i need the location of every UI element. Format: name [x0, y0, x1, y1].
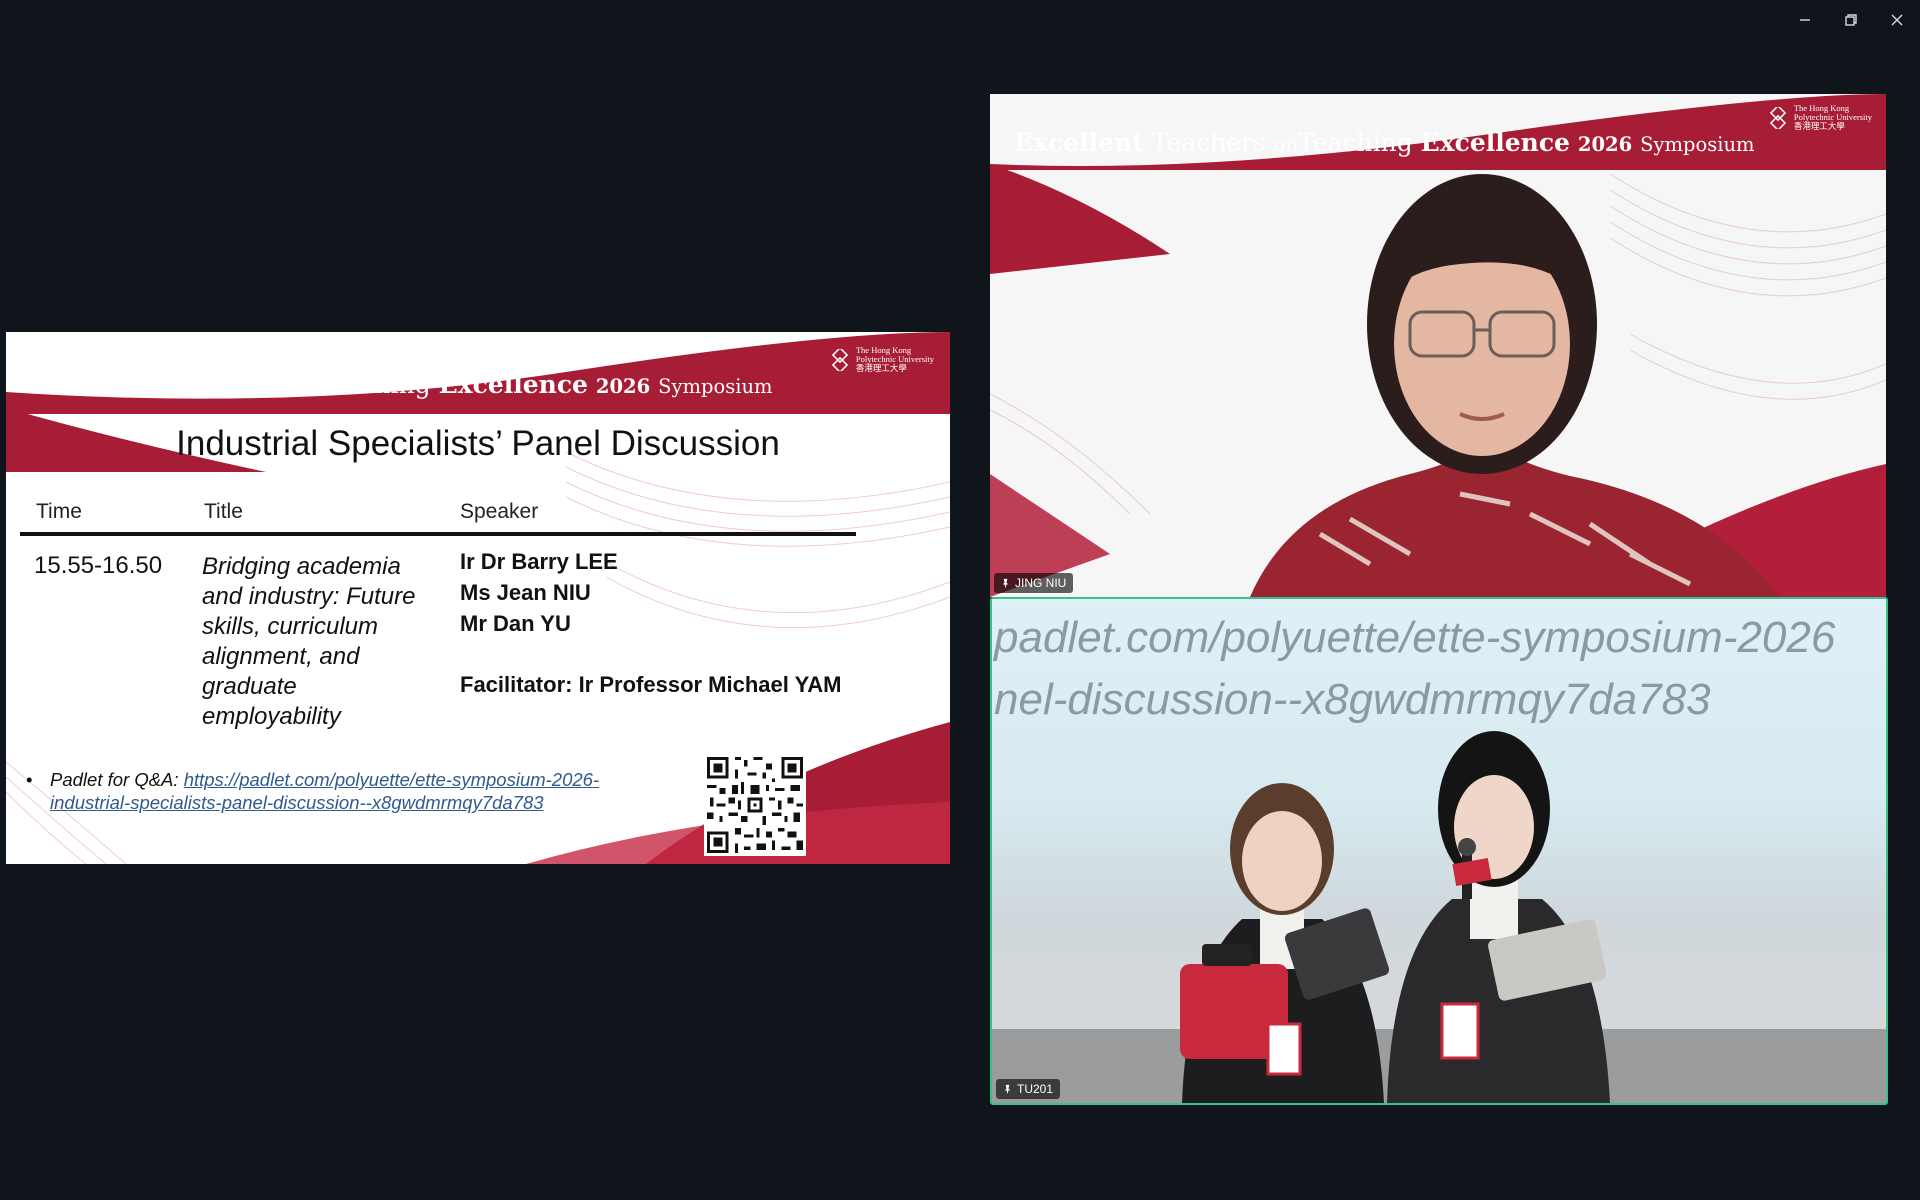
pin-icon	[1004, 1084, 1011, 1094]
title-word: 2026	[1577, 133, 1633, 156]
minimize-icon	[1800, 19, 1810, 21]
close-button[interactable]	[1874, 0, 1920, 40]
polyu-mark-icon	[1769, 106, 1786, 129]
bullet: •	[26, 769, 33, 790]
participant-name: TU201	[1017, 1082, 1054, 1096]
window-controls	[1782, 0, 1920, 40]
participant-name-tag: JING NIU	[994, 573, 1074, 593]
title-word: on	[1273, 133, 1299, 156]
title-word: Symposium	[1640, 133, 1755, 156]
logo-line: 香港理工大學	[855, 363, 907, 373]
title-word: Teachers	[169, 370, 284, 399]
title-word: Teachers	[1151, 128, 1266, 157]
title-word: Excellence	[1420, 128, 1570, 157]
header-speaker: Speaker	[460, 500, 539, 523]
header-title: Title	[204, 500, 243, 523]
facilitator: Facilitator: Ir Professor Michael YAM	[460, 672, 842, 697]
title-word: Excellent	[32, 370, 162, 399]
shared-screen-slide[interactable]: Excellent Teachers onTeaching Excellence…	[6, 332, 950, 864]
participant-tile-tu201[interactable]: padlet.com/polyuette/ette-symposium-2026…	[990, 597, 1888, 1105]
pin-icon	[1002, 578, 1009, 588]
participant-name: JING NIU	[1015, 576, 1067, 590]
speaker-name: Ir Dr Barry LEE	[460, 549, 618, 574]
polyu-mark-icon	[831, 348, 848, 371]
symposium-title: Excellent Teachers onTeaching Excellence…	[1014, 128, 1755, 157]
speaker-name: Ms Jean NIU	[460, 580, 591, 605]
title-word: Teaching	[1298, 128, 1413, 157]
restore-icon	[1845, 14, 1857, 26]
title-word: on	[291, 375, 317, 398]
polyu-logo: The Hong Kong Polytechnic University 香港理…	[1767, 104, 1872, 131]
header-time: Time	[36, 500, 82, 523]
room-scene	[992, 731, 1886, 1103]
restore-button[interactable]	[1828, 0, 1874, 40]
symposium-title: Excellent Teachers onTeaching Excellence…	[32, 370, 773, 399]
qr-code	[704, 754, 806, 856]
slide-heading: Industrial Specialists’ Panel Discussion	[176, 424, 780, 463]
padlet-label: Padlet for Q&A:	[50, 769, 179, 790]
tile-banner: Excellent Teachers onTeaching Excellence…	[990, 94, 1886, 170]
session-time: 15.55-16.50	[34, 552, 163, 579]
title-word: 2026	[595, 375, 651, 398]
padlet-note: • Padlet for Q&A: https://padlet.com/pol…	[26, 768, 676, 814]
logo-line: 香港理工大學	[1793, 121, 1845, 131]
minimize-button[interactable]	[1782, 0, 1828, 40]
title-word: Excellence	[438, 370, 588, 399]
polyu-logo: The Hong Kong Polytechnic University 香港理…	[829, 346, 934, 373]
participant-name-tag: TU201	[996, 1079, 1061, 1099]
speaker-name: Mr Dan YU	[460, 611, 571, 636]
slide-banner: Excellent Teachers onTeaching Excellence…	[6, 332, 950, 414]
title-word: Excellent	[1014, 128, 1144, 157]
table-divider	[20, 532, 856, 536]
participant-tile-jing-niu[interactable]: Excellent Teachers onTeaching Excellence…	[990, 94, 1886, 597]
title-word: Symposium	[658, 375, 773, 398]
session-title: Bridging academia and industry: Future s…	[202, 553, 416, 730]
speaker-list: Ir Dr Barry LEE Ms Jean NIU Mr Dan YU	[460, 546, 618, 639]
close-icon	[1891, 14, 1903, 26]
title-word: Teaching	[316, 370, 431, 399]
